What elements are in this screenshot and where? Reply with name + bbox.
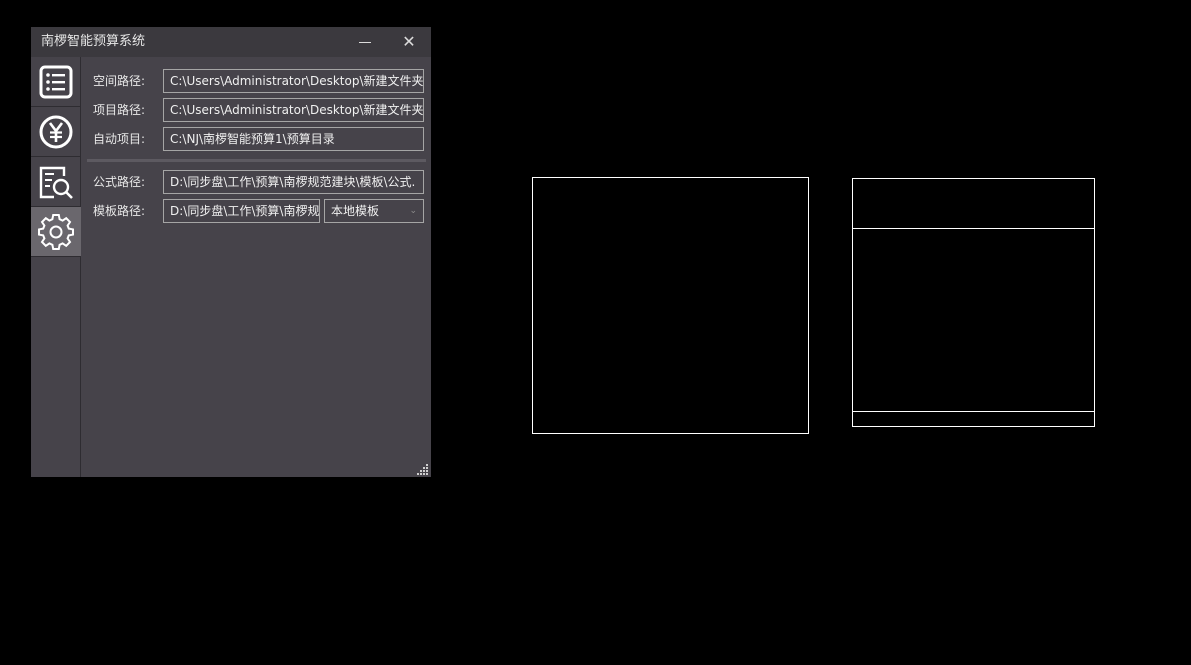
sidebar-item-search[interactable] <box>31 157 81 207</box>
formula-label: 公式路径: <box>93 175 146 189</box>
yuan-currency-icon <box>39 115 73 149</box>
cad-rectangle-right <box>852 178 1095 427</box>
window-title: 南椤智能预算系统 <box>41 34 146 49</box>
formula-path-field[interactable]: D:\同步盘\工作\预算\南椤规范建块\模板\公式. <box>163 170 424 194</box>
sidebar-item-budget[interactable] <box>31 107 81 157</box>
resize-grip-icon[interactable] <box>417 463 429 475</box>
close-button[interactable]: ✕ <box>389 27 429 57</box>
project-path-field[interactable]: C:\Users\Administrator\Desktop\新建文件夹 <box>163 98 424 122</box>
close-icon: ✕ <box>402 32 416 51</box>
sidebar-item-list[interactable] <box>31 57 81 107</box>
minimize-icon <box>359 42 371 43</box>
auto-project-field[interactable]: C:\NJ\南椤智能预算1\预算目录 <box>163 127 424 151</box>
chevron-down-icon: ⌄ <box>409 206 417 216</box>
title-bar[interactable]: 南椤智能预算系统 ✕ <box>31 27 431 57</box>
template-type-select[interactable]: 本地模板 ⌄ <box>324 199 424 223</box>
document-search-icon <box>39 166 73 199</box>
template-path-field[interactable]: D:\同步盘\工作\预算\南椤规 <box>163 199 320 223</box>
gear-icon <box>38 214 74 250</box>
section-divider <box>87 159 426 162</box>
cad-rectangle-left <box>532 177 809 434</box>
cad-line-upper <box>852 228 1095 229</box>
list-icon <box>39 65 73 99</box>
settings-panel: 南椤智能预算系统 ✕ 空间路径: C:\Users\Administrator\… <box>31 27 431 477</box>
minimize-button[interactable] <box>345 27 385 57</box>
auto-project-label: 自动项目: <box>93 132 146 146</box>
sidebar-item-settings[interactable] <box>31 207 81 257</box>
cad-line-lower <box>852 411 1095 412</box>
template-type-value: 本地模板 <box>331 204 380 218</box>
workspace-label: 空间路径: <box>93 74 146 88</box>
sidebar <box>31 57 81 477</box>
template-label: 模板路径: <box>93 204 146 218</box>
workspace-path-field[interactable]: C:\Users\Administrator\Desktop\新建文件夹 <box>163 69 424 93</box>
project-label: 项目路径: <box>93 103 146 117</box>
